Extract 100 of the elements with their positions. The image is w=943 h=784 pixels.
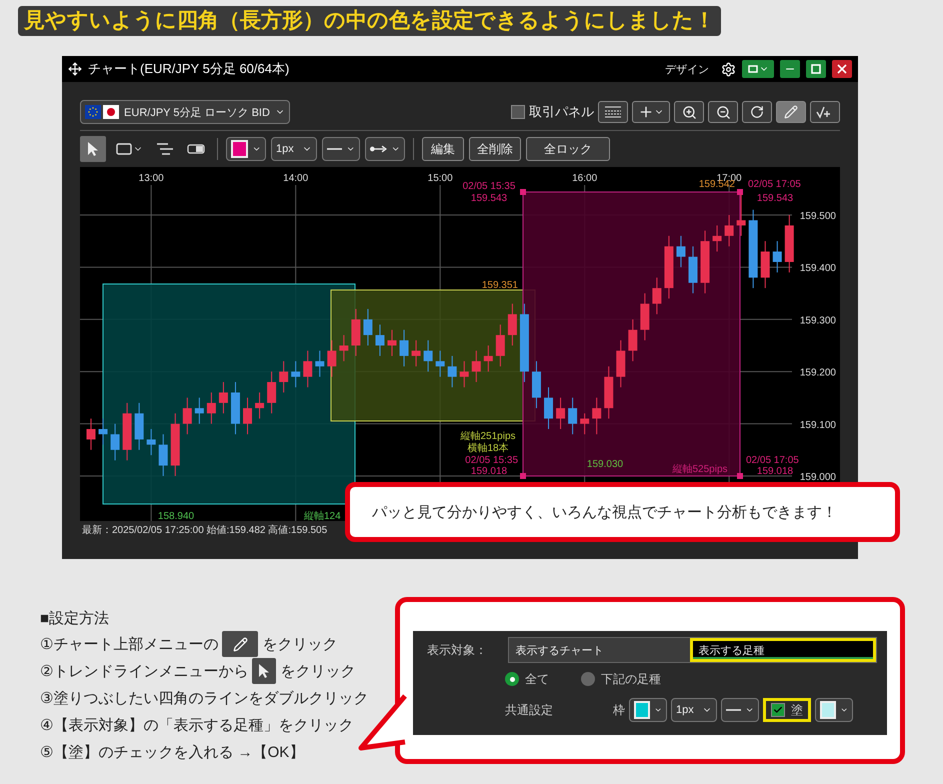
cursor-icon [87,141,99,157]
callout: パッと見て分かりやすく、いろんな視点でチャート分析もできます！ [345,482,900,542]
annotation-label: 159.542 [698,179,735,190]
headline: 見やすいように四角（長方形）の中の色を設定できるようにしました！ [18,6,721,36]
fill-checkbox[interactable] [771,703,785,717]
candlestick [532,360,541,409]
price-label: 159.200 [800,368,836,379]
candlestick [592,397,602,435]
candlestick [484,345,493,372]
close-button[interactable] [832,60,852,78]
candlestick [243,397,252,435]
line-style-select[interactable] [721,698,759,722]
lines-button[interactable] [598,101,628,123]
candlestick [291,360,300,388]
design-label: デザイン [665,62,709,76]
symbol-select[interactable]: EUR/JPY 5分足 ローソク BID [80,100,290,124]
flags-icon [85,105,119,119]
candlestick [158,434,168,476]
add-button[interactable] [632,101,670,123]
pencil-button[interactable] [776,101,806,123]
layout-button[interactable] [742,60,774,78]
candlestick [436,350,445,378]
annotation-label: 159.030 [586,459,624,470]
close-icon [837,64,847,74]
line-style-select[interactable] [322,137,360,161]
candlestick [412,340,421,367]
rectangle-icon [116,143,132,155]
zoom-out-icon [716,104,730,120]
instruction-text: ①チャート上部メニューの [40,634,218,654]
fill-label: 塗 [791,702,803,718]
action-button[interactable]: 全ロック [526,137,610,161]
target-tab[interactable]: 表示するチャート [509,638,690,662]
resize-handle[interactable] [520,473,526,479]
resize-handle[interactable] [737,189,743,195]
radio-button[interactable] [505,672,519,686]
instruction-text: をクリック [280,662,356,680]
candlestick [315,350,324,378]
candlestick [327,340,336,378]
action-button[interactable]: 編集 [422,137,464,161]
settings-icon[interactable] [721,62,736,76]
move-icon[interactable] [68,62,82,76]
candlestick [556,397,566,430]
annotation-label: 横軸18本 [467,443,509,454]
candlestick [255,392,264,420]
instruction-text: をクリック [262,634,338,654]
instruction-text: ④【表示対象】の「表示する足種」をクリック [40,716,354,734]
candlestick [400,329,409,367]
frame-color-select[interactable] [629,698,667,722]
candlestick [110,423,120,461]
resize-handle[interactable] [737,473,743,479]
candlestick [664,235,674,300]
candlestick [267,371,276,414]
candlestick [628,318,638,362]
line-width-select[interactable]: 1px [671,698,717,722]
candlestick [388,329,396,356]
candlestick [279,360,288,393]
zoom-in-button[interactable] [674,101,704,123]
refresh-button[interactable] [742,101,772,123]
price-label: 159.100 [800,420,836,431]
instruction-text: ⑤【塗】のチェックを入れる →【OK】 [40,742,304,762]
price-label: 159.500 [800,211,836,222]
candlestick [351,308,360,356]
fill-color-select[interactable] [815,698,853,722]
color-select[interactable] [226,137,266,161]
double-arrow-icon [370,145,387,153]
target-tab[interactable]: 表示する足種 [690,638,876,662]
frame-label: 枠 [613,702,625,718]
pencil-icon [784,105,798,119]
zoom-out-button[interactable] [708,101,738,123]
candlestick [760,240,770,289]
candlestick [736,194,746,236]
resize-handle[interactable] [520,189,526,195]
annotation-label: 159.543 [470,193,508,204]
time-label: 14:00 [283,173,308,184]
line-end-select[interactable] [365,137,405,161]
indicator-button[interactable] [810,101,840,123]
pencil-icon [222,631,258,657]
maximize-button[interactable] [806,60,826,78]
candlestick [134,402,144,450]
candlestick [303,350,312,388]
candlestick [616,340,626,388]
price-label: 159.400 [800,263,836,274]
candlestick [86,418,96,450]
radio-button[interactable] [581,672,595,686]
cursor-icon [252,658,276,684]
lines-icon [604,105,622,119]
status-text: 最新：2025/02/05 17:25:00 始値:159.482 高値:159.505 [82,524,328,537]
annotation-label: 159.351 [482,280,518,291]
radio-label: 下記の足種 [601,670,661,688]
candlestick [724,214,734,247]
action-button[interactable]: 全削除 [469,137,521,161]
candlestick [170,412,180,476]
candlestick [230,382,240,435]
candlestick [652,277,662,315]
candlestick [676,235,686,268]
cursor-tool[interactable] [80,136,106,162]
trade-panel-checkbox[interactable] [511,105,525,119]
minimize-button[interactable] [780,60,800,78]
line-width-select[interactable]: 1px [271,137,317,161]
candlestick [712,224,722,252]
